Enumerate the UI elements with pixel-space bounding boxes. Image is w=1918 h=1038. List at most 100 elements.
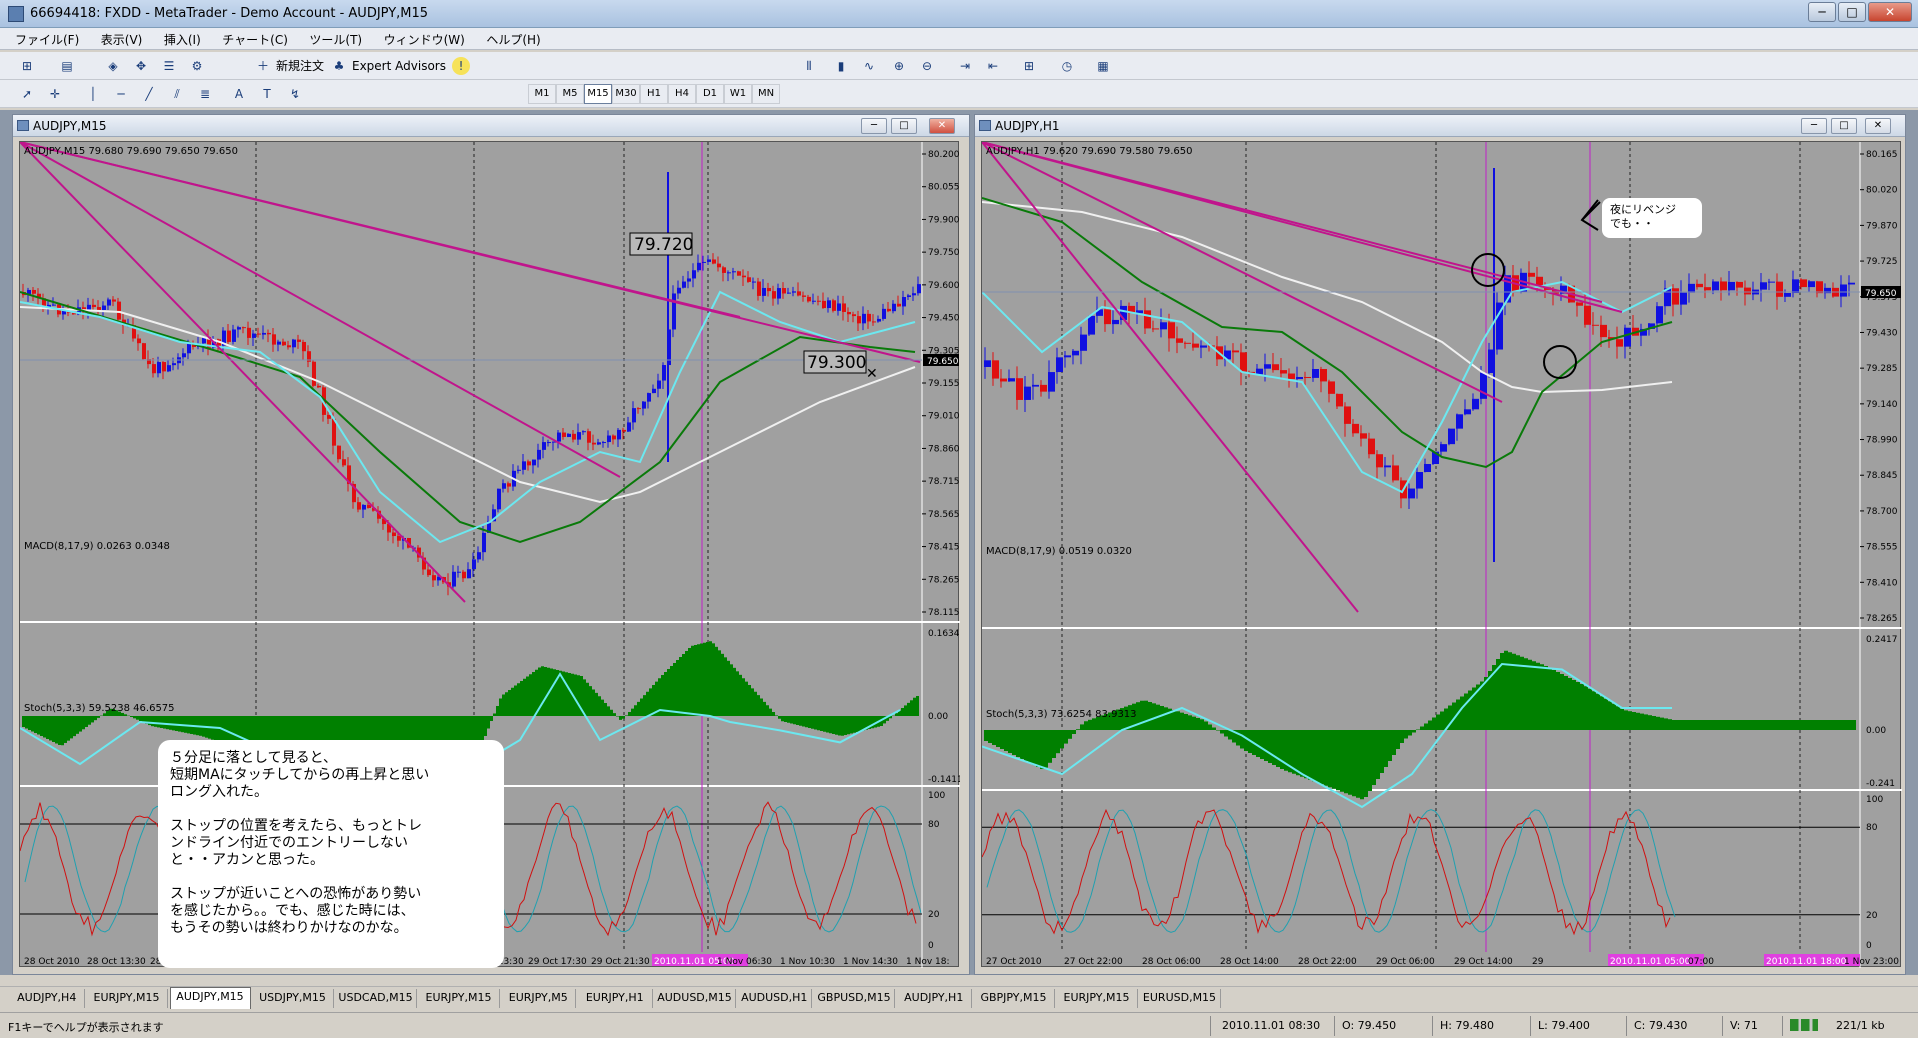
equidistant-channel-icon[interactable]: ⫽ (168, 85, 186, 103)
minimize-button[interactable]: ─ (1808, 2, 1836, 22)
chart-workspace: AUDJPY,M15 ─ □ ✕ 80.200 80.055 79.900 79.75… (0, 110, 1918, 975)
market-watch-icon[interactable]: ◈ (104, 57, 122, 75)
candle (1704, 287, 1711, 291)
annotation-high: 79.720 (634, 235, 693, 255)
zoom-out-icon[interactable]: ⊖ (918, 57, 936, 75)
chart-close-button[interactable]: ✕ (1865, 118, 1891, 134)
macd-bar (835, 716, 838, 735)
expert-advisors-icon[interactable]: ♣ (330, 57, 348, 75)
macd-bar (1648, 715, 1652, 730)
candle (1016, 378, 1023, 400)
macd-bar (1784, 720, 1788, 730)
chart-tab[interactable]: AUDJPY,H1 (897, 989, 972, 1008)
fibonacci-icon[interactable]: ≣ (196, 85, 214, 103)
profiles-icon[interactable]: ▤ (58, 57, 76, 75)
menu-file[interactable]: ファイル(F) (6, 28, 88, 51)
macd-bar (136, 716, 139, 720)
macd-bar (637, 701, 640, 716)
menu-window[interactable]: ウィンドウ(W) (375, 28, 474, 51)
menu-help[interactable]: ヘルプ(H) (477, 28, 549, 51)
chart-tab[interactable]: EURJPY,M15 (419, 989, 500, 1008)
chart-minimize-button[interactable]: ─ (1801, 118, 1827, 134)
chart-tab[interactable]: EURJPY,M15 (87, 989, 168, 1008)
macd-bar (1136, 702, 1140, 730)
autoscroll-icon[interactable]: ⇥ (956, 57, 974, 75)
chart-canvas-right[interactable]: 80.16580.02079.87079.72579.57579.43079.2… (981, 141, 1902, 968)
text-icon[interactable]: A (230, 85, 248, 103)
tf-m5[interactable]: M5 (556, 84, 584, 104)
horizontal-line-icon[interactable]: ─ (112, 85, 130, 103)
chart-tab[interactable]: EURJPY,H1 (578, 989, 653, 1008)
macd-bar (1328, 730, 1332, 788)
text-label-icon[interactable]: T (258, 85, 276, 103)
vertical-line-icon[interactable]: │ (84, 85, 102, 103)
chart-shift-icon[interactable]: ⇤ (984, 57, 1002, 75)
chart-tab[interactable]: EURJPY,M15 (1057, 989, 1138, 1008)
chart-tab[interactable]: AUDJPY,H4 (10, 989, 85, 1008)
chart-tab[interactable]: AUDJPY,M15 (169, 987, 251, 1009)
macd-bar (1216, 730, 1220, 731)
chart-maximize-button[interactable]: □ (1831, 118, 1857, 134)
line-chart-icon[interactable]: ∿ (860, 57, 878, 75)
tf-w1[interactable]: W1 (724, 84, 752, 104)
candle (507, 483, 511, 487)
bar-chart-icon[interactable]: ⫴ (800, 57, 818, 75)
chart-tab[interactable]: EURUSD,M15 (1140, 989, 1221, 1008)
chart-minimize-button[interactable]: ─ (861, 118, 887, 134)
new-chart-icon[interactable]: ⊞ (18, 57, 36, 75)
indicators-icon[interactable]: ⊞ (1020, 57, 1038, 75)
macd-bar (1572, 680, 1576, 730)
close-button[interactable]: ✕ (1868, 2, 1912, 22)
chart-tab[interactable]: USDCAD,M15 (336, 989, 417, 1008)
templates-icon[interactable]: ▦ (1094, 57, 1112, 75)
crosshair-icon[interactable]: ✛ (46, 85, 64, 103)
chart-icon (979, 120, 991, 131)
chart-tab[interactable]: AUDUSD,M15 (655, 989, 736, 1008)
chart-close-button[interactable]: ✕ (929, 118, 955, 134)
trendline-icon[interactable]: ╱ (140, 85, 158, 103)
chart-tab[interactable]: EURJPY,M5 (502, 989, 576, 1008)
chart-window-audjpy-h1[interactable]: AUDJPY,H1 ─ □ ✕ 80.165 80.020 79.870 79.725… (974, 114, 1906, 975)
tf-h1[interactable]: H1 (640, 84, 668, 104)
new-order-icon[interactable]: ＋ (254, 57, 272, 75)
macd-bar (535, 669, 538, 716)
periods-icon[interactable]: ◷ (1058, 57, 1076, 75)
cursor-icon[interactable]: ➚ (18, 85, 36, 103)
candle (752, 281, 756, 283)
tf-m30[interactable]: M30 (612, 84, 640, 104)
tf-mn[interactable]: MN (752, 84, 780, 104)
candlestick-icon[interactable]: ▮ (832, 57, 850, 75)
macd-bar (517, 683, 520, 716)
alert-icon[interactable]: ! (452, 57, 470, 75)
macd-bar (1172, 710, 1176, 730)
price-tick-label: 78.700 (1866, 507, 1898, 517)
tf-m1[interactable]: M1 (528, 84, 556, 104)
expert-advisors-button[interactable]: Expert Advisors (348, 57, 450, 77)
zoom-in-icon[interactable]: ⊕ (890, 57, 908, 75)
chart-tab[interactable]: GBPUSD,M15 (814, 989, 895, 1008)
chart-tab[interactable]: GBPJPY,M15 (974, 989, 1055, 1008)
menu-chart[interactable]: チャート(C) (213, 28, 297, 51)
tf-h4[interactable]: H4 (668, 84, 696, 104)
terminal-icon[interactable]: ☰ (160, 57, 178, 75)
chart-canvas-left[interactable]: 80.200 80.055 79.900 79.750 79.600 79.450 79.3… (19, 141, 963, 968)
macd-bar (1320, 730, 1324, 785)
macd-bar (1164, 707, 1168, 730)
new-order-button[interactable]: 新規注文 (272, 57, 328, 77)
chart-maximize-button[interactable]: □ (891, 118, 917, 134)
menu-view[interactable]: 表示(V) (92, 28, 152, 51)
arrows-icon[interactable]: ↯ (286, 85, 304, 103)
tf-m15[interactable]: M15 (584, 84, 612, 104)
time-tick-label: 29 Oct 21:30 (591, 957, 650, 967)
menu-tools[interactable]: ツール(T) (300, 28, 371, 51)
candle (472, 559, 476, 570)
tester-icon[interactable]: ⚙ (188, 57, 206, 75)
chart-tab[interactable]: AUDUSD,H1 (738, 989, 812, 1008)
chart-window-audjpy-m15[interactable]: AUDJPY,M15 ─ □ ✕ 80.200 80.055 79.900 79.75… (12, 114, 970, 975)
navigator-icon[interactable]: ✥ (132, 57, 150, 75)
maximize-button[interactable]: □ (1838, 2, 1866, 22)
tf-d1[interactable]: D1 (696, 84, 724, 104)
menu-insert[interactable]: 挿入(I) (155, 28, 210, 51)
macd-bar (1032, 730, 1036, 765)
chart-tab[interactable]: USDJPY,M15 (253, 989, 334, 1008)
